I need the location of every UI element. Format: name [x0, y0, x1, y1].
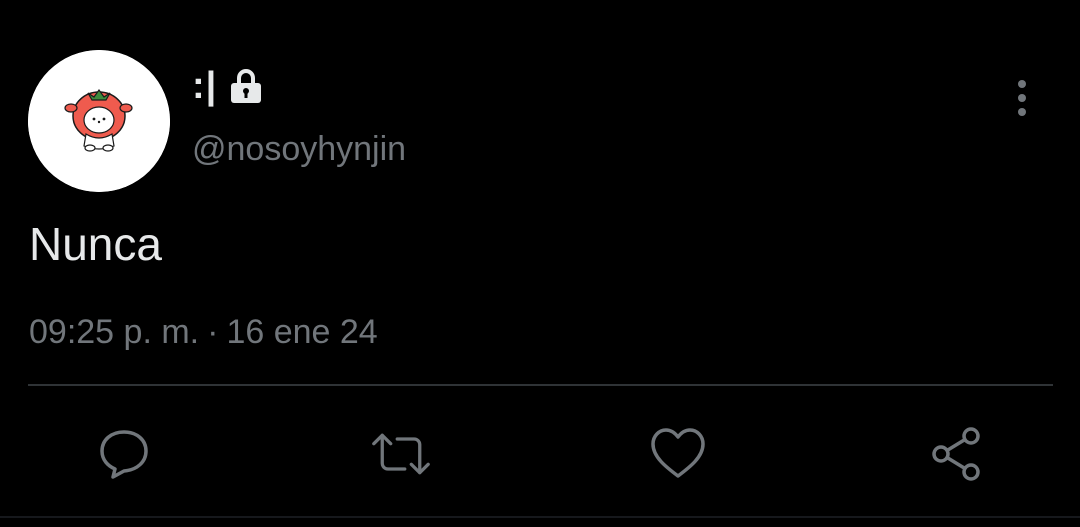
more-vertical-icon [1018, 80, 1026, 116]
tweet-date: 16 ene 24 [226, 313, 378, 351]
author-name-row[interactable]: :| [192, 66, 265, 106]
heart-icon [651, 428, 705, 478]
tweet-text: Nunca [29, 218, 162, 270]
share-icon [932, 427, 980, 481]
tweet-detail: :| @nosoyhynjin Nunca 09:25 p. m. · 16 ene… [0, 0, 1080, 527]
author-handle[interactable]: @nosoyhynjin [192, 128, 406, 170]
avatar-image [28, 50, 170, 192]
share-button[interactable] [926, 424, 986, 484]
retweet-button[interactable] [371, 424, 431, 484]
bottom-divider [0, 516, 1080, 518]
like-button[interactable] [648, 424, 708, 484]
retweet-icon [372, 433, 430, 475]
divider [28, 384, 1053, 386]
avatar[interactable] [28, 50, 170, 192]
reply-icon [100, 430, 148, 479]
reply-button[interactable] [94, 424, 154, 484]
timestamp-separator: · [207, 313, 219, 351]
tweet-time: 09:25 p. m. [29, 313, 200, 351]
tweet-timestamp[interactable]: 09:25 p. m. · 16 ene 24 [29, 310, 378, 354]
more-options-button[interactable] [1000, 74, 1044, 118]
lock-icon [227, 67, 265, 105]
display-name[interactable]: :| [192, 66, 217, 106]
